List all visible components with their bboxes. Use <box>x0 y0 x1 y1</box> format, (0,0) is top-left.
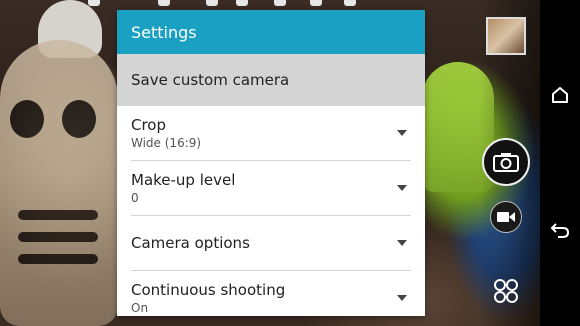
option-make-up-level-value: 0 <box>131 190 139 205</box>
save-custom-camera-button[interactable]: Save custom camera <box>117 54 425 106</box>
option-camera-options-label: Camera options <box>131 233 250 252</box>
camera-icon <box>493 153 519 172</box>
save-custom-camera-label: Save custom camera <box>131 71 290 89</box>
settings-title: Settings <box>131 22 197 42</box>
option-crop[interactable]: Crop Wide (16:9) <box>131 106 411 161</box>
option-crop-value: Wide (16:9) <box>131 135 202 150</box>
option-make-up-level[interactable]: Make-up level 0 <box>131 161 411 216</box>
video-camera-icon <box>497 212 515 222</box>
scene-skeleton-figure <box>0 40 118 326</box>
settings-panel: Settings Save custom camera Crop Wide (1… <box>117 10 425 316</box>
video-record-button[interactable] <box>490 201 522 233</box>
shutter-button[interactable] <box>482 138 530 186</box>
settings-header: Settings <box>117 10 425 54</box>
option-continuous-shooting-label: Continuous shooting <box>131 280 286 299</box>
dropdown-arrow-icon <box>397 240 407 246</box>
back-icon[interactable] <box>550 220 570 240</box>
home-icon[interactable] <box>550 85 570 105</box>
gallery-thumbnail[interactable] <box>486 17 526 55</box>
system-nav-bar <box>540 0 580 326</box>
dropdown-arrow-icon <box>397 295 407 301</box>
dropdown-arrow-icon <box>397 185 407 191</box>
option-camera-options[interactable]: Camera options <box>131 216 411 271</box>
option-continuous-shooting-value: On <box>131 300 149 315</box>
dropdown-arrow-icon <box>397 130 407 136</box>
camera-modes-button[interactable] <box>494 279 518 303</box>
option-continuous-shooting[interactable]: Continuous shooting On <box>131 271 411 316</box>
option-crop-label: Crop <box>131 115 167 134</box>
option-make-up-level-label: Make-up level <box>131 170 236 189</box>
